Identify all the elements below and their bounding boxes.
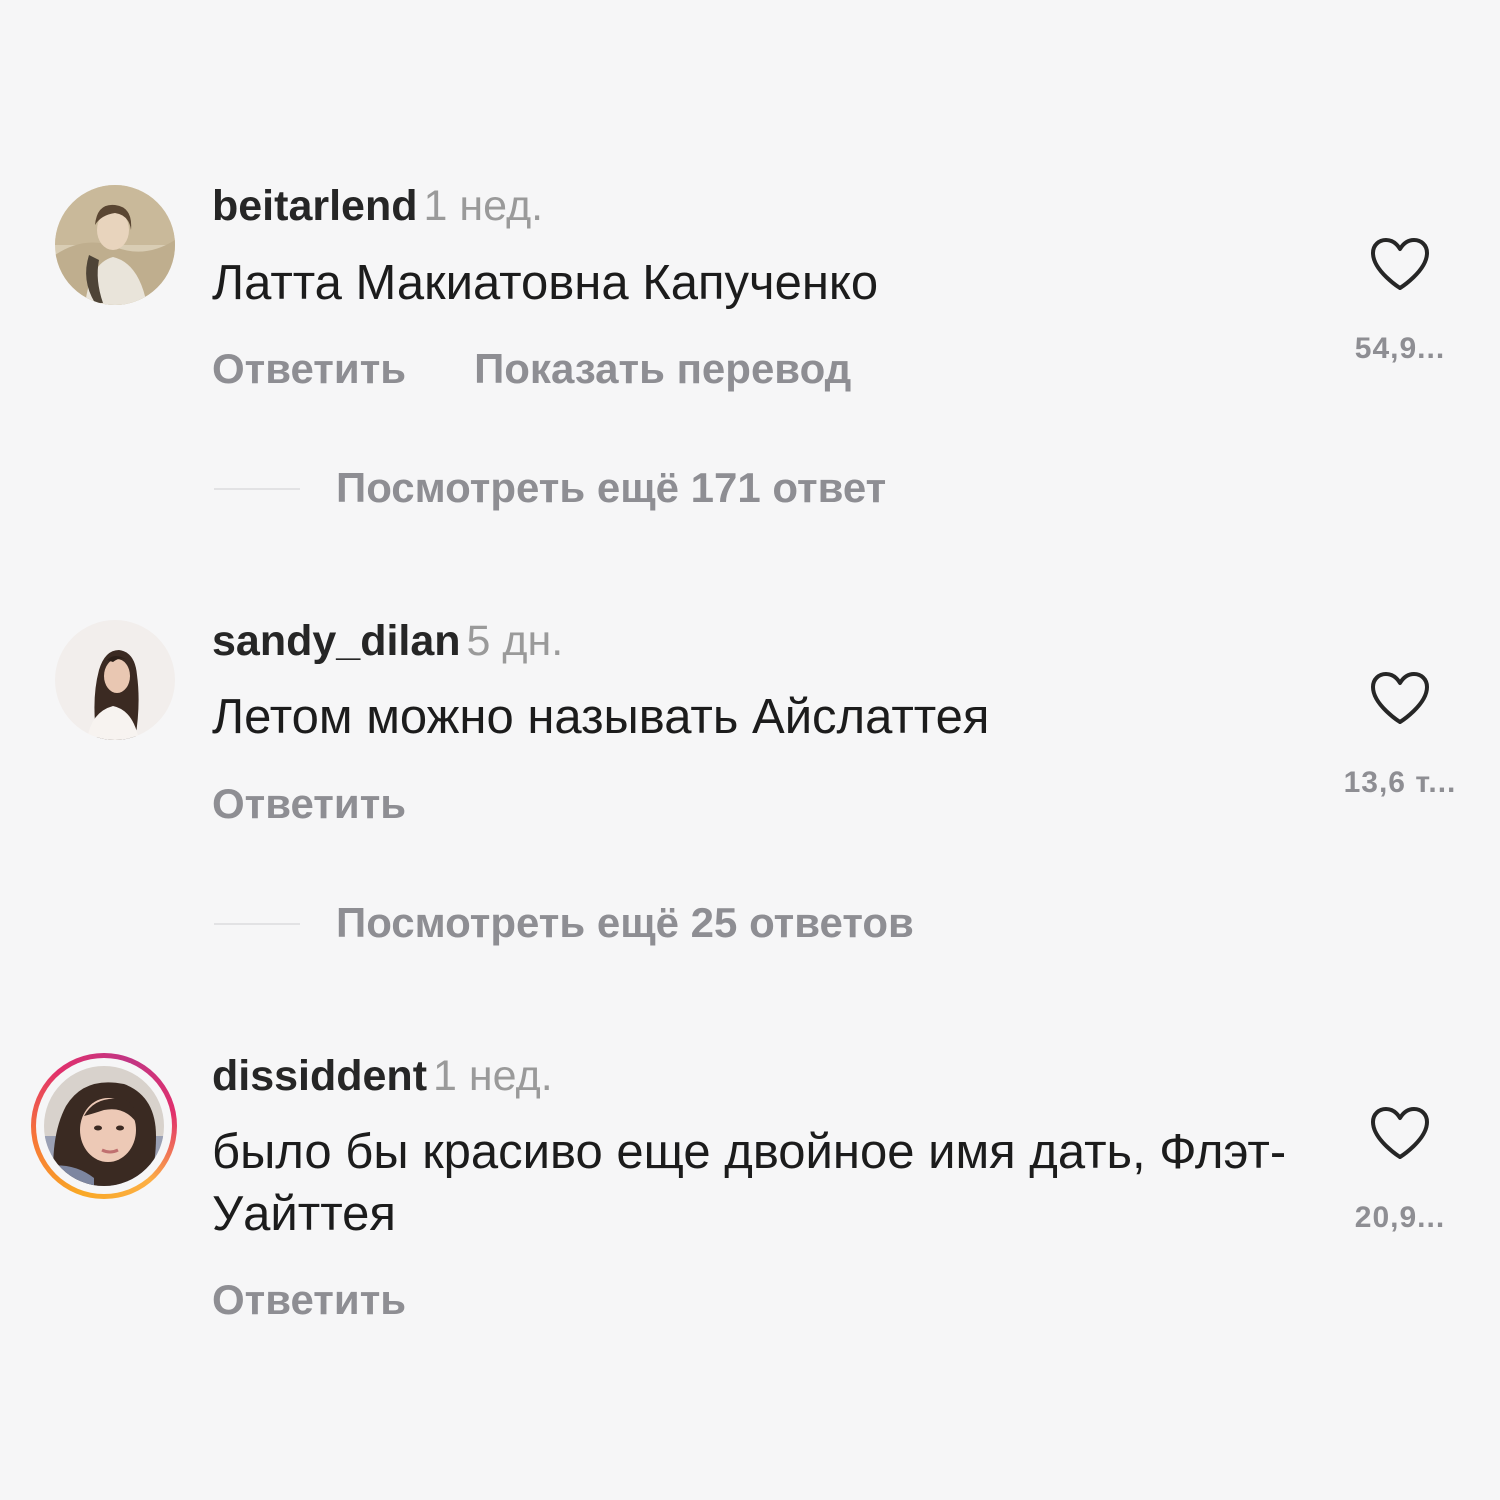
avatar[interactable] [55, 185, 175, 305]
comment-time: 1 нед. [423, 182, 544, 230]
comment-time: 5 дн. [466, 617, 564, 665]
like-count: 20,9... [1354, 1201, 1446, 1234]
divider-line [214, 488, 300, 490]
avatar[interactable] [55, 620, 175, 740]
like-button[interactable]: 20,9... [1330, 1105, 1470, 1235]
view-replies-label: Посмотреть ещё 25 ответов [336, 899, 914, 946]
view-replies-button[interactable]: Посмотреть ещё 25 ответов [0, 898, 1500, 948]
view-replies-label: Посмотреть ещё 171 ответ [336, 464, 887, 511]
reply-button[interactable]: Ответить [212, 780, 406, 827]
comment-header: dissiddent 1 нед. [212, 1050, 553, 1102]
heart-icon [1371, 1107, 1429, 1159]
reply-button[interactable]: Ответить [212, 345, 406, 392]
view-replies-button[interactable]: Посмотреть ещё 171 ответ [0, 463, 1500, 513]
heart-icon [1371, 672, 1429, 724]
username[interactable]: sandy_dilan [212, 617, 461, 665]
comment-header: beitarlend 1 нед. [212, 180, 543, 232]
comment-time: 1 нед. [433, 1052, 553, 1100]
show-translation-button[interactable]: Показать перевод [474, 345, 851, 392]
comment-actions: Ответить [212, 1276, 406, 1324]
comment-actions: Ответить [212, 780, 406, 828]
comment-header: sandy_dilan 5 дн. [212, 615, 563, 667]
like-count: 13,6 т... [1343, 766, 1457, 799]
avatar[interactable] [44, 1066, 164, 1186]
comment-text: Летом можно называть Айслаттея [212, 690, 990, 744]
comment-text: было бы красиво еще двойное имя дать, Фл… [212, 1125, 1287, 1241]
username[interactable]: beitarlend [212, 182, 418, 230]
heart-icon [1371, 238, 1429, 290]
reply-button[interactable]: Ответить [212, 1276, 406, 1323]
comment-text: Латта Макиатовна Капученко [212, 256, 879, 310]
divider-line [214, 923, 300, 925]
story-ring[interactable] [31, 1053, 177, 1199]
like-button[interactable]: 54,9... [1330, 236, 1470, 366]
like-button[interactable]: 13,6 т... [1330, 670, 1470, 800]
comment-actions: Ответить Показать перевод [212, 345, 851, 393]
like-count: 54,9... [1354, 332, 1446, 365]
username[interactable]: dissiddent [212, 1052, 427, 1100]
